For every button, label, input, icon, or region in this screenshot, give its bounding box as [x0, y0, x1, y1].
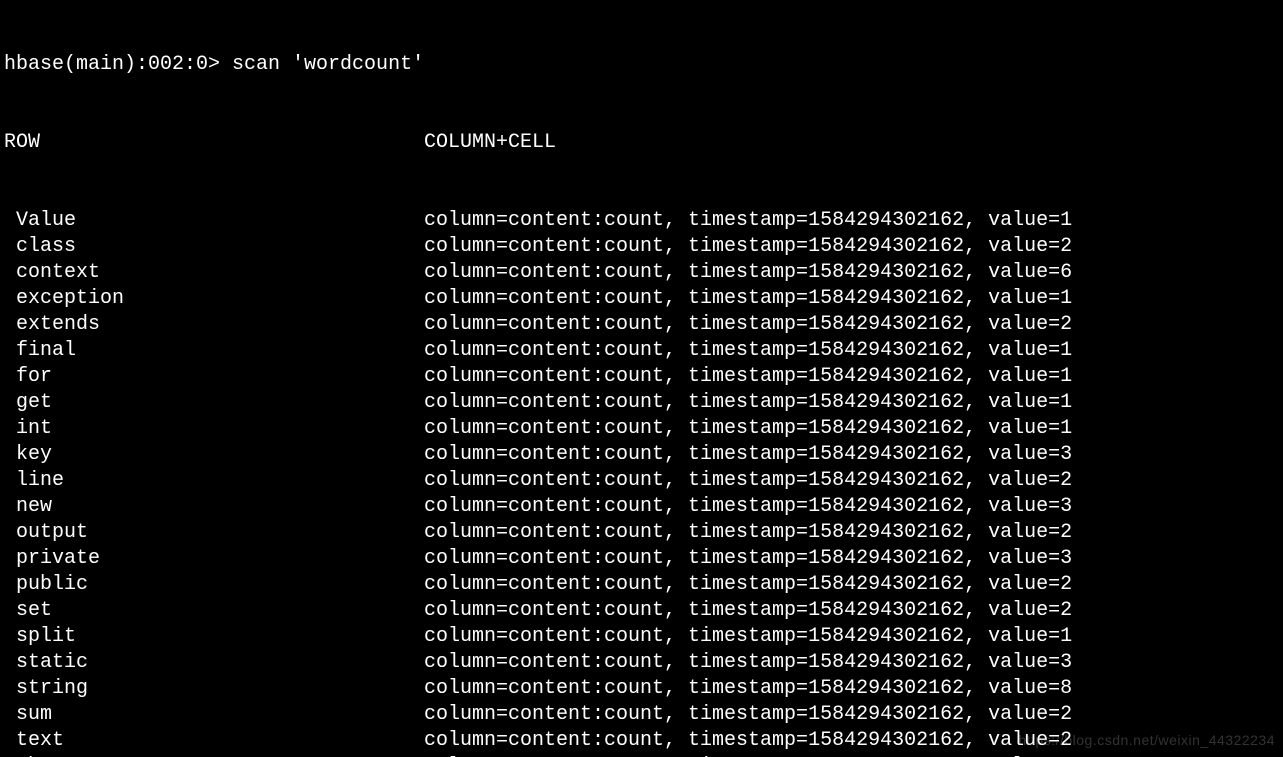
row-cell: column=content:count, timestamp=15842943… — [424, 598, 1072, 624]
prompt-text: hbase(main):002:0> scan 'wordcount' — [4, 52, 424, 78]
row-key: final — [4, 338, 424, 364]
row-cell: column=content:count, timestamp=15842943… — [424, 286, 1072, 312]
row-cell: column=content:count, timestamp=15842943… — [424, 390, 1072, 416]
row-key: split — [4, 624, 424, 650]
result-row: staticcolumn=content:count, timestamp=15… — [4, 650, 1279, 676]
row-cell: column=content:count, timestamp=15842943… — [424, 702, 1072, 728]
row-cell: column=content:count, timestamp=15842943… — [424, 494, 1072, 520]
result-row: forcolumn=content:count, timestamp=15842… — [4, 364, 1279, 390]
row-key: output — [4, 520, 424, 546]
row-key: int — [4, 416, 424, 442]
result-row: exceptioncolumn=content:count, timestamp… — [4, 286, 1279, 312]
result-row: getcolumn=content:count, timestamp=15842… — [4, 390, 1279, 416]
result-row: outputcolumn=content:count, timestamp=15… — [4, 520, 1279, 546]
row-key: new — [4, 494, 424, 520]
header-column-cell: COLUMN+CELL — [424, 130, 556, 156]
row-key: key — [4, 442, 424, 468]
row-key: for — [4, 364, 424, 390]
header-line: ROWCOLUMN+CELL — [4, 130, 1279, 156]
header-row: ROW — [4, 130, 424, 156]
row-cell: column=content:count, timestamp=15842943… — [424, 442, 1072, 468]
row-cell: column=content:count, timestamp=15842943… — [424, 728, 1072, 754]
result-row: keycolumn=content:count, timestamp=15842… — [4, 442, 1279, 468]
row-key: extends — [4, 312, 424, 338]
row-key: private — [4, 546, 424, 572]
row-key: class — [4, 234, 424, 260]
row-key: Value — [4, 208, 424, 234]
row-key: context — [4, 260, 424, 286]
result-row: classcolumn=content:count, timestamp=158… — [4, 234, 1279, 260]
result-row: privatecolumn=content:count, timestamp=1… — [4, 546, 1279, 572]
result-row: publiccolumn=content:count, timestamp=15… — [4, 572, 1279, 598]
result-row: splitcolumn=content:count, timestamp=158… — [4, 624, 1279, 650]
row-cell: column=content:count, timestamp=15842943… — [424, 546, 1072, 572]
row-cell: column=content:count, timestamp=15842943… — [424, 312, 1072, 338]
row-cell: column=content:count, timestamp=15842943… — [424, 676, 1072, 702]
result-row: linecolumn=content:count, timestamp=1584… — [4, 468, 1279, 494]
row-cell: column=content:count, timestamp=15842943… — [424, 208, 1072, 234]
terminal-output[interactable]: hbase(main):002:0> scan 'wordcount' ROWC… — [0, 0, 1283, 757]
row-key: public — [4, 572, 424, 598]
row-key: sum — [4, 702, 424, 728]
result-row: stringcolumn=content:count, timestamp=15… — [4, 676, 1279, 702]
row-key: static — [4, 650, 424, 676]
row-key: line — [4, 468, 424, 494]
row-cell: column=content:count, timestamp=15842943… — [424, 624, 1072, 650]
row-cell: column=content:count, timestamp=15842943… — [424, 468, 1072, 494]
row-key: text — [4, 728, 424, 754]
row-cell: column=content:count, timestamp=15842943… — [424, 520, 1072, 546]
row-cell: column=content:count, timestamp=15842943… — [424, 260, 1072, 286]
row-cell: column=content:count, timestamp=15842943… — [424, 572, 1072, 598]
row-cell: column=content:count, timestamp=15842943… — [424, 650, 1072, 676]
prompt-line: hbase(main):002:0> scan 'wordcount' — [4, 52, 1279, 78]
result-row: newcolumn=content:count, timestamp=15842… — [4, 494, 1279, 520]
row-cell: column=content:count, timestamp=15842943… — [424, 234, 1072, 260]
watermark-text: https://blog.csdn.net/weixin_44322234 — [1018, 731, 1275, 749]
result-row: extendscolumn=content:count, timestamp=1… — [4, 312, 1279, 338]
result-row: finalcolumn=content:count, timestamp=158… — [4, 338, 1279, 364]
result-row: setcolumn=content:count, timestamp=15842… — [4, 598, 1279, 624]
row-key: exception — [4, 286, 424, 312]
result-row: sumcolumn=content:count, timestamp=15842… — [4, 702, 1279, 728]
row-key: set — [4, 598, 424, 624]
row-cell: column=content:count, timestamp=15842943… — [424, 364, 1072, 390]
result-row: intcolumn=content:count, timestamp=15842… — [4, 416, 1279, 442]
row-key: string — [4, 676, 424, 702]
row-cell: column=content:count, timestamp=15842943… — [424, 416, 1072, 442]
result-row: Valuecolumn=content:count, timestamp=158… — [4, 208, 1279, 234]
row-key: get — [4, 390, 424, 416]
result-row: contextcolumn=content:count, timestamp=1… — [4, 260, 1279, 286]
result-rows: Valuecolumn=content:count, timestamp=158… — [4, 208, 1279, 757]
row-cell: column=content:count, timestamp=15842943… — [424, 338, 1072, 364]
